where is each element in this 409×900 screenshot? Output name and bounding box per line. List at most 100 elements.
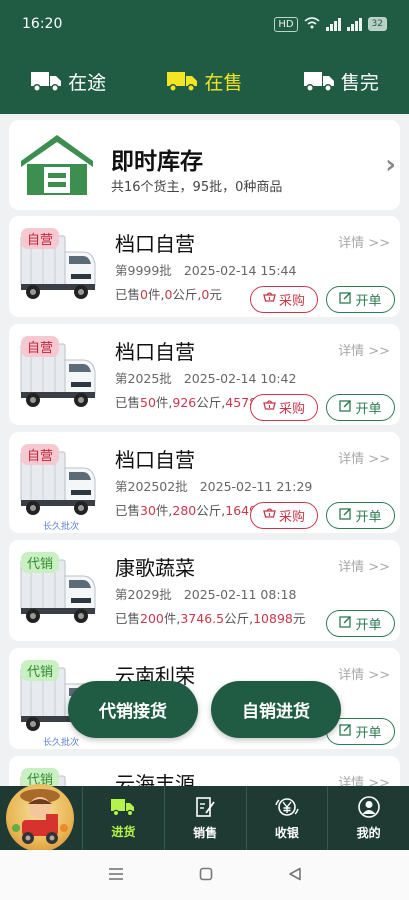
edit-icon [339, 399, 352, 416]
batch-number: 第202502批 [115, 479, 188, 494]
signal-icon-2 [346, 17, 362, 31]
sold-pieces: 0 [140, 287, 148, 302]
sold-pieces: 200 [140, 611, 164, 626]
sold-summary: 已售30件,280公斤,1649元 [115, 500, 270, 519]
purchase-label: 采购 [278, 402, 305, 417]
nav-label: 销售 [193, 825, 218, 840]
truck-icon [166, 69, 198, 93]
lot-meta: 第2029批 2025-02-11 08:18 [115, 584, 296, 603]
lot-owner-name: 档口自营 [115, 232, 195, 256]
nav-purchase[interactable]: 进货 [82, 786, 164, 850]
tab-sold-out[interactable]: 售完 [273, 68, 409, 95]
sold-summary: 已售0件,0公斤,0元 [115, 284, 222, 303]
sold-kg: 280 [172, 503, 197, 518]
lot-owner-name: 档口自营 [115, 340, 195, 364]
batch-number: 第2029批 [115, 587, 172, 602]
basket-icon [263, 291, 276, 308]
avatar-slot [0, 784, 82, 852]
edit-icon [339, 615, 352, 632]
pieces-unit: 件, [147, 287, 165, 302]
hd-badge: HD [274, 16, 298, 32]
inventory-summary: 共16个货主，95批，0种商品 [111, 180, 283, 195]
tab-on-sale[interactable]: 在售 [136, 68, 272, 95]
self-purchase-button[interactable]: 自销进货 [211, 681, 341, 738]
lot-owner-name: 档口自营 [115, 448, 195, 472]
inventory-card[interactable]: 即时库存 共16个货主，95批，0种商品 › [9, 120, 400, 210]
home-icon[interactable] [199, 865, 213, 886]
purchase-button[interactable]: 采购 [250, 286, 318, 313]
bottom-nav: 进货 销售 收银 我的 [0, 784, 409, 852]
purchase-label: 采购 [278, 510, 305, 525]
open-bill-button[interactable]: 开单 [326, 610, 395, 637]
nav-label: 进货 [111, 824, 136, 839]
open-bill-label: 开单 [355, 510, 382, 525]
lot-type-badge: 自营 [21, 228, 60, 249]
inventory-title: 即时库存 [111, 149, 203, 175]
lot-meta: 第2025批 2025-02-14 10:42 [115, 368, 296, 387]
long-batch-label: 长久批次 [43, 522, 80, 532]
batch-datetime: 2025-02-14 15:44 [183, 263, 297, 278]
yuan-unit: 元 [292, 611, 306, 626]
nav-sales[interactable]: 销售 [163, 786, 246, 850]
lot-card[interactable]: 代销 云南利荣 详情 >> 长久批次 开单 [9, 648, 400, 749]
top-tabs: 在途 在售 售完 [0, 48, 409, 114]
tab-label: 售完 [340, 71, 379, 94]
chevron-right-icon: › [385, 150, 396, 180]
detail-link[interactable]: 详情 >> [338, 340, 390, 359]
status-icons: HD 32 [274, 16, 387, 32]
pieces-unit: 件, [155, 395, 173, 410]
sold-summary: 已售50件,926公斤,4578元 [115, 392, 270, 411]
system-nav-bar [0, 850, 409, 900]
open-bill-button[interactable]: 开单 [326, 394, 395, 421]
lot-type-badge: 代销 [21, 660, 60, 681]
batch-number: 第2025批 [115, 371, 172, 386]
pieces-unit: 件, [155, 503, 173, 518]
purchase-label: 采购 [278, 294, 305, 309]
batch-datetime: 2025-02-11 08:18 [183, 587, 297, 602]
back-icon[interactable] [288, 865, 302, 886]
status-bar: 16:20 HD 32 [0, 0, 409, 48]
sold-prefix: 已售 [115, 287, 141, 302]
lot-owner-name: 康歌蔬菜 [115, 556, 195, 580]
open-bill-button[interactable]: 开单 [326, 502, 395, 529]
lot-type-badge: 自营 [21, 444, 60, 465]
consign-receive-button[interactable]: 代销接货 [68, 681, 198, 738]
open-bill-label: 开单 [355, 726, 382, 741]
sold-pieces: 50 [140, 395, 156, 410]
basket-icon [263, 399, 276, 416]
sold-prefix: 已售 [115, 395, 141, 410]
open-bill-label: 开单 [355, 402, 382, 417]
tab-label: 在售 [204, 71, 243, 94]
detail-link[interactable]: 详情 >> [338, 664, 390, 683]
detail-link[interactable]: 详情 >> [338, 232, 390, 251]
open-bill-label: 开单 [355, 294, 382, 309]
sold-prefix: 已售 [115, 503, 141, 518]
detail-link[interactable]: 详情 >> [338, 448, 390, 467]
lot-card[interactable]: 自营 档口自营 详情 >> 长久批次 第202502批 2025-02-11 21:… [9, 432, 400, 533]
truck-icon [110, 797, 136, 820]
battery-icon: 32 [367, 17, 387, 31]
lot-card[interactable]: 代销 康歌蔬菜 详情 >> 第2029批 2025-02-11 08:18 已售2… [9, 540, 400, 641]
yuan-cash-icon [275, 796, 299, 821]
status-time: 16:20 [22, 16, 63, 32]
signal-icon [325, 17, 341, 31]
lot-meta: 第202502批 2025-02-11 21:29 [115, 476, 312, 495]
purchase-button[interactable]: 采购 [250, 394, 318, 421]
edit-icon [339, 291, 352, 308]
purchase-button[interactable]: 采购 [250, 502, 318, 529]
batch-number: 第9999批 [115, 263, 172, 278]
receipt-pen-icon [194, 796, 216, 821]
lot-card[interactable]: 自营 档口自营 详情 >> 第9999批 2025-02-14 15:44 已售0… [9, 216, 400, 317]
open-bill-button[interactable]: 开单 [326, 286, 395, 313]
tab-in-transit[interactable]: 在途 [0, 68, 136, 95]
edit-icon [339, 507, 352, 524]
nav-mine[interactable]: 我的 [327, 786, 409, 850]
detail-link[interactable]: 详情 >> [338, 556, 390, 575]
kg-unit: 公斤, [172, 287, 202, 302]
lot-card[interactable]: 自营 档口自营 详情 >> 第2025批 2025-02-14 10:42 已售5… [9, 324, 400, 425]
farmer-avatar[interactable] [6, 784, 74, 852]
sold-kg: 3746.5 [180, 611, 225, 626]
tab-label: 在途 [68, 71, 107, 94]
menu-icon[interactable] [108, 865, 124, 886]
nav-cashier[interactable]: 收银 [245, 786, 328, 850]
